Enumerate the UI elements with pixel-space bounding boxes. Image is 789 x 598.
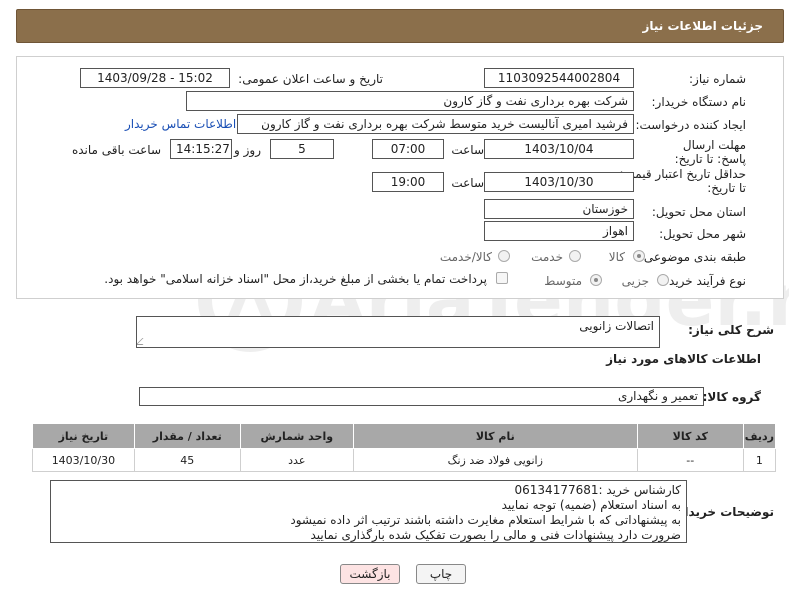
- cell-unit: عدد: [239, 448, 354, 472]
- announce-date-label: تاریخ و ساعت اعلان عمومی:: [238, 72, 383, 86]
- buyer-contact-link[interactable]: اطلاعات تماس خریدار: [125, 117, 236, 131]
- need-number-field: 1103092544002804: [484, 68, 634, 88]
- cell-need-date: 1403/10/30: [32, 448, 135, 472]
- price-time-field: 19:00: [372, 172, 444, 192]
- goods-group-field: تعمیر و نگهداری: [139, 387, 704, 406]
- province-label: استان محل تحویل:: [651, 205, 746, 219]
- category-option-goods: کالا: [608, 250, 625, 264]
- notes-line: کارشناس خرید :06134177681: [514, 483, 681, 497]
- process-label: نوع فرآیند خرید :: [661, 274, 746, 288]
- category-radio-goods[interactable]: [633, 250, 645, 262]
- process-option-small: جزیی: [621, 274, 649, 288]
- price-deadline-label: حداقل تاریخ اعتبار قیمت: تا تاریخ:: [619, 167, 746, 195]
- col-header-goods-code: کد کالا: [636, 423, 744, 449]
- price-time-label: ساعت: [451, 176, 484, 190]
- reply-time-label: ساعت: [451, 143, 484, 157]
- goods-info-title: اطلاعات کالاهای مورد نیاز: [606, 352, 761, 366]
- cell-row-number: 1: [742, 448, 777, 472]
- col-header-unit: واحد شمارش: [239, 423, 354, 449]
- col-header-need-date: تاریخ نیاز: [32, 423, 135, 449]
- days-label: روز و: [234, 143, 261, 157]
- announce-date-field: 1403/09/28 - 15:02: [80, 68, 230, 88]
- process-radio-small[interactable]: [657, 274, 669, 286]
- col-header-goods-name: نام کالا: [352, 423, 638, 449]
- category-option-goods-service: کالا/خدمت: [439, 250, 492, 264]
- category-option-service: خدمت: [531, 250, 563, 264]
- table-header-row: ردیف کد کالا نام کالا واحد شمارش تعداد /…: [32, 423, 777, 449]
- back-button[interactable]: بازگشت: [340, 564, 400, 584]
- creator-label: ایجاد کننده درخواست:: [635, 118, 746, 132]
- city-label: شهر محل تحویل:: [659, 227, 746, 241]
- cell-goods-name: زانویی فولاد ضد زنگ: [352, 448, 638, 472]
- print-button[interactable]: چاپ: [416, 564, 466, 584]
- remaining-time-label: ساعت باقی مانده: [71, 143, 161, 157]
- goods-group-label: گروه کالا:: [702, 390, 761, 404]
- creator-field: فرشید امیری آنالیست خرید متوسط شرکت بهره…: [237, 114, 634, 134]
- payment-note: پرداخت تمام یا بخشی از مبلغ خرید،از محل …: [104, 272, 487, 286]
- buyer-notes-textarea: کارشناس خرید :06134177681 به اسناد استعل…: [50, 480, 687, 543]
- remaining-time-field: 14:15:27: [170, 139, 232, 159]
- reply-deadline-label: مهلت ارسال پاسخ: تا تاریخ:: [674, 138, 746, 166]
- notes-line: به پیشنهاداتی که با شرایط استعلام مغایرت…: [290, 513, 681, 527]
- city-field: اهواز: [484, 221, 634, 241]
- page-title: جزئیات اطلاعات نیاز: [642, 19, 763, 33]
- summary-label: شرح کلی نیاز:: [688, 323, 774, 337]
- province-field: خوزستان: [484, 199, 634, 219]
- notes-line: به اسناد استعلام (ضمیه) توجه نمایید: [501, 498, 681, 512]
- goods-table: ردیف کد کالا نام کالا واحد شمارش تعداد /…: [32, 423, 777, 472]
- category-label: طبقه بندی موضوعی:: [639, 250, 746, 264]
- reply-time-field: 07:00: [372, 139, 444, 159]
- cell-goods-code: --: [636, 448, 744, 472]
- process-radio-medium[interactable]: [590, 274, 602, 286]
- payment-treasury-checkbox[interactable]: [496, 272, 508, 284]
- cell-quantity: 45: [133, 448, 241, 472]
- category-radio-service[interactable]: [569, 250, 581, 262]
- buyer-org-field: شرکت بهره برداری نفت و گاز کارون: [186, 91, 634, 111]
- col-header-quantity: تعداد / مقدار: [133, 423, 241, 449]
- resize-handle-icon[interactable]: [137, 338, 150, 345]
- page-header: جزئیات اطلاعات نیاز: [16, 9, 784, 43]
- category-radio-goods-service[interactable]: [498, 250, 510, 262]
- need-number-label: شماره نیاز:: [689, 72, 746, 86]
- buyer-notes-label: توضیحات خریدار:: [672, 505, 774, 519]
- col-header-row-number: ردیف: [742, 423, 777, 449]
- reply-date-field: 1403/10/04: [484, 139, 634, 159]
- process-option-medium: متوسط: [544, 274, 582, 288]
- summary-text: اتصالات زانویی: [579, 319, 654, 333]
- days-field: 5: [270, 139, 334, 159]
- notes-line: ضرورت دارد پیشنهادات فنی و مالی را بصورت…: [310, 528, 681, 542]
- summary-textarea: اتصالات زانویی: [136, 316, 660, 348]
- buyer-org-label: نام دستگاه خریدار:: [651, 95, 747, 109]
- price-date-field: 1403/10/30: [484, 172, 634, 192]
- table-row: 1 -- زانویی فولاد ضد زنگ عدد 45 1403/10/…: [32, 448, 777, 472]
